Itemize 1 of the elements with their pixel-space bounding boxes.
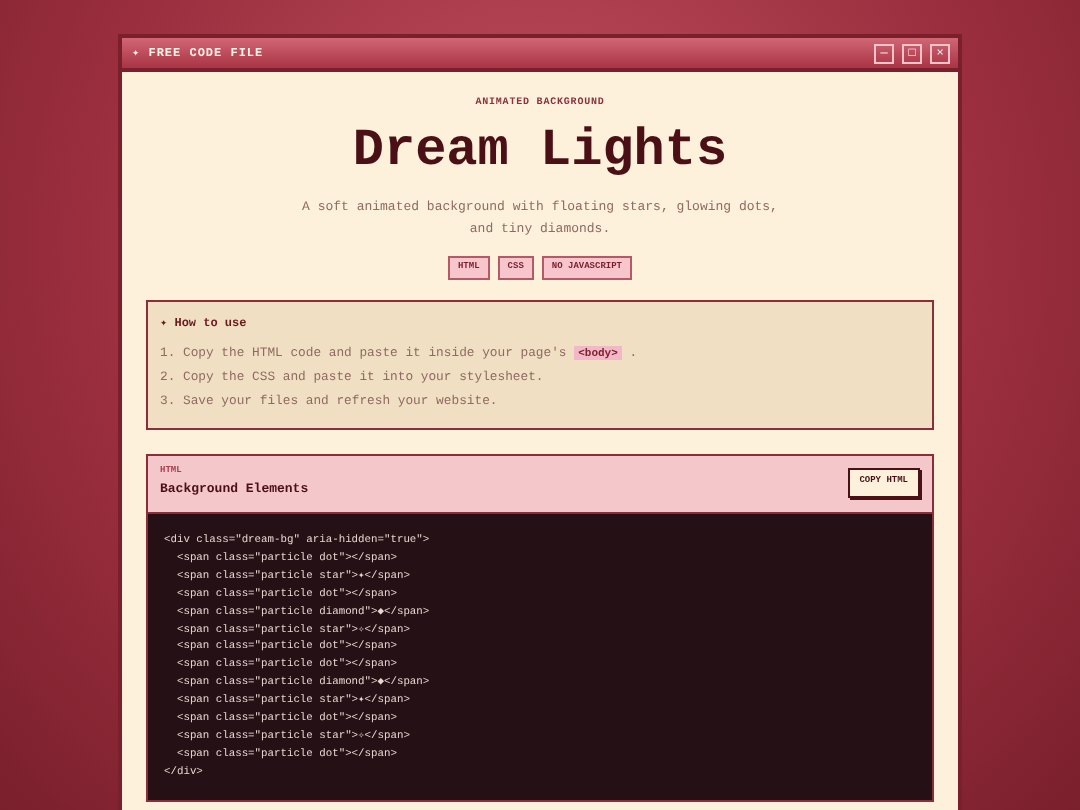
page-title: Dream Lights <box>350 123 730 175</box>
